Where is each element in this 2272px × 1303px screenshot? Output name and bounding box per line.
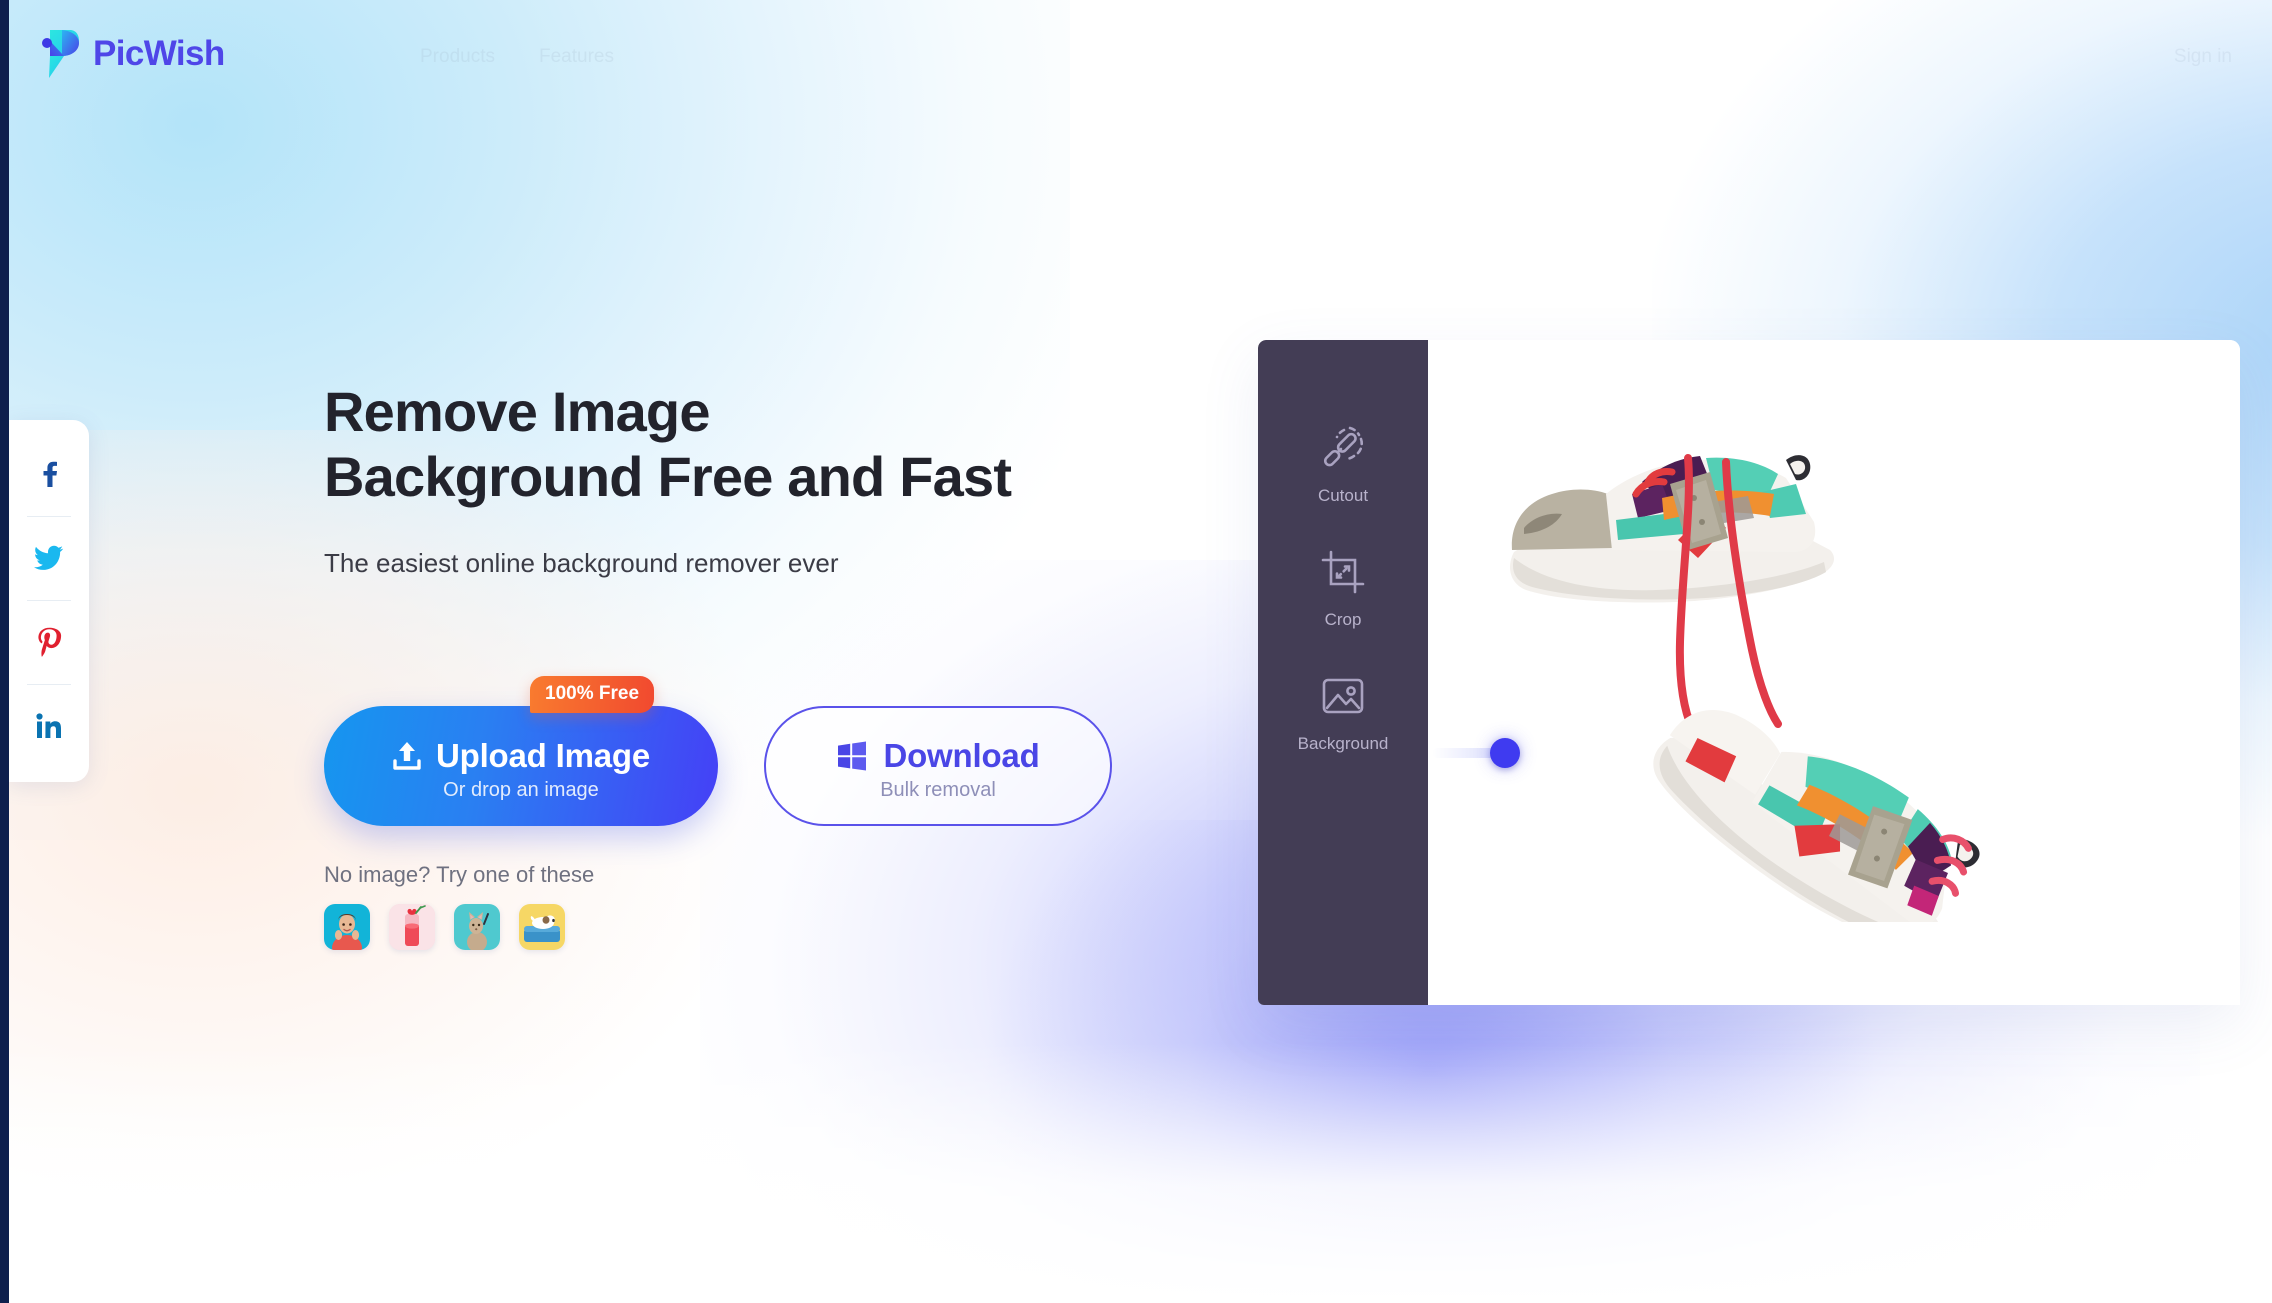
social-pinterest-button[interactable]	[9, 600, 89, 684]
pinterest-icon	[38, 627, 62, 657]
brand-logo[interactable]: PicWish	[34, 28, 225, 80]
image-icon	[1322, 678, 1364, 714]
background-bottom-fade	[0, 1043, 2272, 1303]
tool-crop[interactable]: Crop	[1258, 526, 1428, 650]
social-twitter-button[interactable]	[9, 516, 89, 600]
social-facebook-button[interactable]	[9, 432, 89, 516]
upload-icon	[393, 741, 421, 770]
download-button-main: Download	[836, 736, 1040, 775]
nav-item-1[interactable]: Features	[539, 46, 614, 68]
hero-subtitle: The easiest online background remover ev…	[324, 547, 839, 578]
brand-name: PicWish	[93, 34, 225, 73]
sample-thumb-woman-cyan[interactable]	[324, 904, 370, 950]
tool-crop-label: Crop	[1324, 610, 1362, 629]
hero-section: Remove Image Background Free and Fast Th…	[324, 380, 1012, 579]
sample-images-section: No image? Try one of these	[324, 862, 594, 950]
sneaker-upper-left	[1510, 454, 1834, 732]
tool-background-label: Background	[1297, 734, 1389, 753]
sample-images-label: No image? Try one of these	[324, 862, 595, 887]
sample-thumb-cat-teal[interactable]	[454, 904, 500, 950]
sneaker-lower-right	[1653, 710, 1980, 922]
download-button[interactable]: Download Bulk removal	[764, 706, 1112, 826]
browser-left-edge	[0, 0, 9, 1303]
tool-background[interactable]: Background	[1258, 650, 1428, 774]
social-linkedin-button[interactable]	[9, 684, 89, 768]
sample-thumb-drink-pink[interactable]	[389, 904, 435, 950]
social-share-rail	[9, 420, 89, 782]
sample-dog-yellow-image	[519, 904, 565, 950]
crop-icon	[1321, 550, 1365, 594]
comparison-slider-handle[interactable]	[1490, 738, 1520, 768]
upload-image-button[interactable]: 100% Free Upload Image Or drop an image	[324, 676, 718, 826]
site-header: PicWish Products Features Sign in	[0, 0, 2272, 110]
sneaker-preview-image	[1428, 340, 2240, 1005]
windows-icon	[838, 741, 867, 770]
editor-canvas[interactable]	[1428, 340, 2240, 1005]
sample-drink-pink-image	[389, 904, 435, 950]
upload-button-main: Upload Image	[392, 737, 650, 775]
sample-thumbnail-list	[324, 904, 594, 950]
sneakers-illustration	[1510, 454, 1980, 922]
picwish-bird-logo-icon	[42, 30, 79, 78]
tool-cutout[interactable]: Cutout	[1258, 402, 1428, 526]
sample-woman-cyan-image	[324, 904, 370, 950]
nav-signin[interactable]: Sign in	[2174, 46, 2232, 68]
linkedin-icon	[36, 713, 61, 738]
editor-preview-card: Cutout Crop Background	[1258, 340, 2240, 1005]
sample-cat-teal-image	[454, 904, 500, 950]
sample-thumb-dog-yellow[interactable]	[519, 904, 565, 950]
twitter-icon	[34, 545, 64, 570]
header-nav[interactable]: Products Features	[420, 46, 614, 68]
download-button-sublabel: Bulk removal	[880, 778, 996, 801]
cta-button-row: 100% Free Upload Image Or drop an image …	[324, 676, 1112, 826]
page-title: Remove Image Background Free and Fast	[324, 380, 1012, 508]
upload-button-sublabel: Or drop an image	[443, 778, 599, 801]
free-badge: 100% Free	[530, 676, 655, 713]
upload-button-label: Upload Image	[436, 736, 650, 774]
tool-cutout-label: Cutout	[1317, 486, 1369, 505]
magic-wand-icon	[1323, 426, 1363, 467]
facebook-icon	[43, 461, 57, 487]
nav-item-0[interactable]: Products	[420, 46, 495, 68]
download-button-label: Download	[883, 736, 1040, 774]
editor-tool-panel: Cutout Crop Background	[1258, 340, 1428, 1005]
